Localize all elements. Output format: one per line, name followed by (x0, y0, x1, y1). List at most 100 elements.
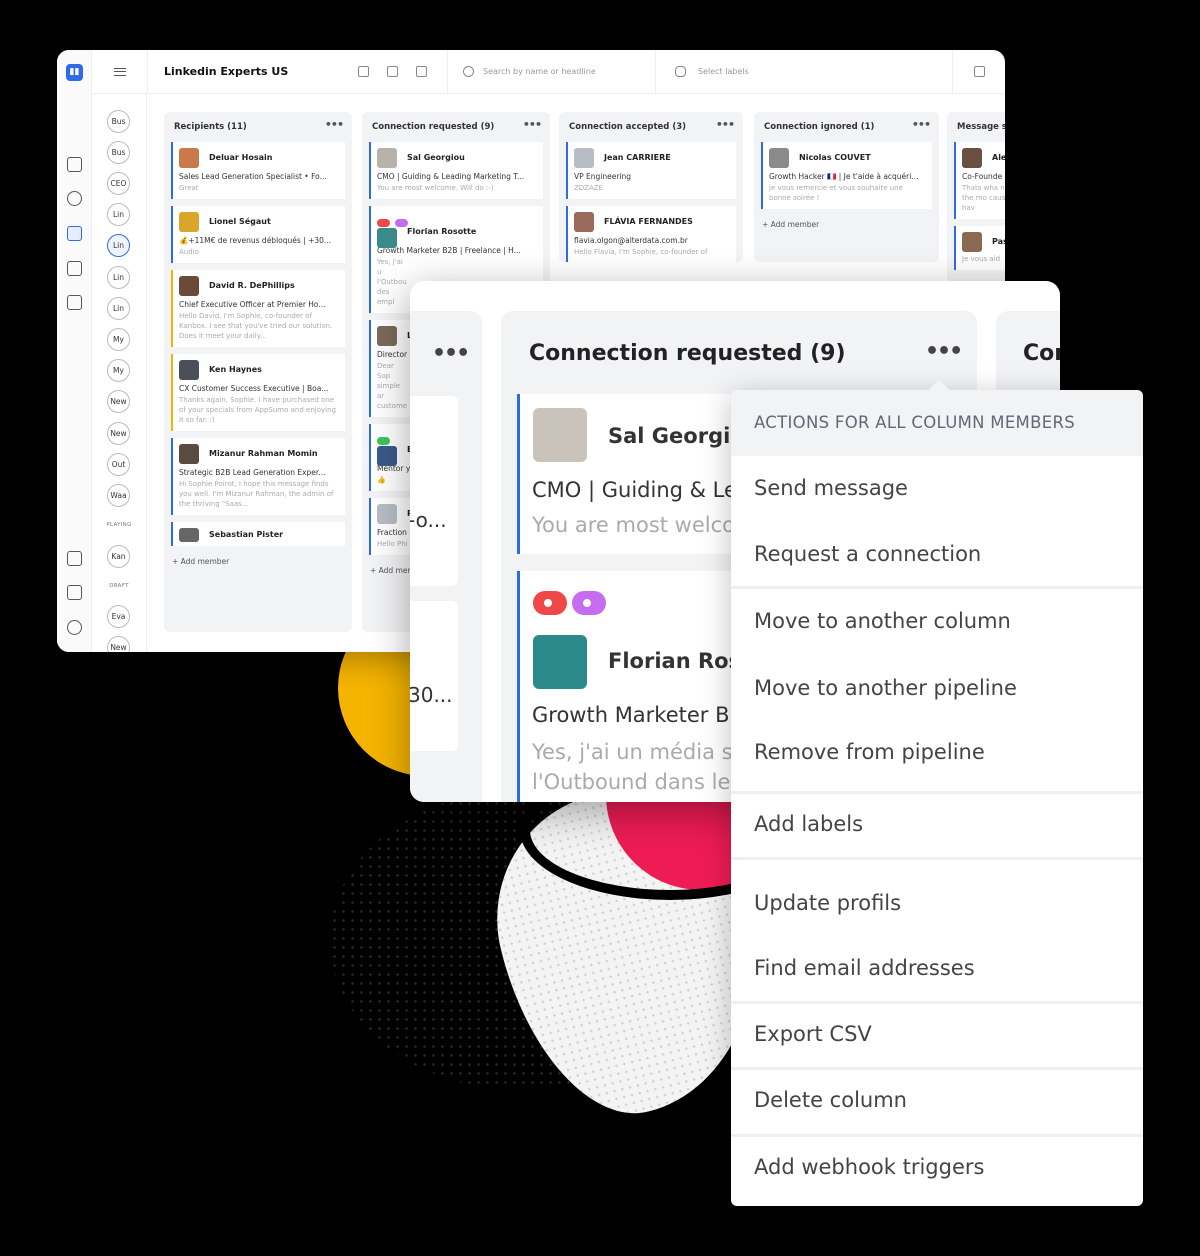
member-last-message: Yes, j'ai u l'Outbou des empl (377, 258, 407, 306)
avatar (179, 276, 199, 296)
pipeline-pill[interactable]: Lin (107, 266, 130, 289)
member-card[interactable]: Sal Georgiou CMO | Guiding & Leading Mar… (369, 142, 543, 199)
member-card[interactable]: Sebastian Pister (171, 522, 345, 546)
member-last-message: Hi Sophie Poirot, I hope this message fi… (179, 480, 334, 508)
pipeline-pill[interactable]: New (107, 390, 130, 413)
column-connection-accepted: Connection accepted (3) ••• Jean CARRIERE… (559, 112, 743, 262)
member-card-partial[interactable]: 30... (410, 601, 458, 751)
avatar (377, 446, 397, 466)
kanbox-logo-icon[interactable]: ▮▮ (66, 64, 83, 81)
trash-icon[interactable] (416, 66, 427, 77)
member-name: Sal Georgio (608, 424, 745, 448)
member-last-message: Thats wha not the mo cause I hav (962, 184, 1005, 212)
member-name: David R. DePhillips (209, 281, 295, 290)
member-headline: Strategic B2B Lead Generation Exper... (179, 468, 326, 477)
menu-item-remove-pipeline[interactable]: Remove from pipeline (754, 740, 985, 764)
column-menu-icon[interactable]: ••• (716, 118, 735, 131)
pipeline-pill[interactable]: Eva (107, 605, 130, 628)
pipeline-pill[interactable]: Lin (107, 203, 130, 226)
column-menu-icon[interactable]: ••• (912, 118, 931, 131)
menu-item-move-column[interactable]: Move to another column (754, 609, 1011, 633)
settings-sliders-icon[interactable] (67, 585, 82, 600)
menu-item-delete-column[interactable]: Delete column (754, 1088, 907, 1112)
member-card[interactable]: Ken Haynes CX Customer Success Executive… (171, 354, 345, 431)
member-name: Florian Ros (608, 649, 742, 673)
pipeline-pill[interactable]: CEO (107, 172, 130, 195)
member-headline: VP Engineering (574, 172, 632, 181)
group-label-draft: DRAFT (109, 583, 129, 589)
member-card[interactable]: FLÁVIA FERNANDES flavia.olgon@alterdata.… (566, 206, 736, 262)
member-headline: 💰+11M€ de revenus débloqués | +30... (179, 236, 332, 245)
pipeline-pill[interactable]: Waa (107, 484, 130, 507)
member-last-message: Dear Sop simple ar custome (377, 362, 408, 410)
member-card[interactable]: Deluar Hosain Sales Lead Generation Spec… (171, 142, 345, 199)
member-name: Mizanur Rahman Momin (209, 449, 318, 458)
duplicate-icon[interactable] (387, 66, 398, 77)
member-card[interactable]: Ale Co-Founde Thats wha not the mo cause… (954, 142, 1005, 219)
messages-icon[interactable] (67, 157, 82, 172)
labels-select[interactable]: Select labels (698, 67, 749, 76)
column-title: Connection accepted (3) (569, 122, 687, 132)
hamburger-menu-icon[interactable] (114, 68, 126, 76)
member-card[interactable]: Pas Je vous aid (954, 226, 1005, 270)
pipeline-pill[interactable]: Lin (107, 297, 130, 320)
card-icon[interactable] (67, 551, 82, 566)
member-card-partial[interactable]: -o... (410, 396, 458, 586)
icon-rail: ▮▮ (57, 50, 92, 652)
column-menu-icon[interactable]: ••• (432, 341, 470, 366)
member-card[interactable]: Mizanur Rahman Momin Strategic B2B Lead … (171, 438, 345, 515)
add-member-button[interactable]: + Add member (754, 216, 939, 233)
member-headline: Chief Executive Officer at Premier Ho... (179, 300, 326, 309)
menu-item-request-connection[interactable]: Request a connection (754, 542, 981, 566)
pipeline-pill-selected[interactable]: Lin (107, 234, 130, 257)
member-card[interactable]: David R. DePhillips Chief Executive Offi… (171, 270, 345, 347)
column-title: Connection requested (9) (372, 122, 495, 132)
member-headline: CMO | Guiding & Leading Marketing T... (377, 172, 525, 181)
add-member-button[interactable]: + Add member (164, 553, 352, 570)
member-card[interactable]: Nicolas COUVET Growth Hacker 🇫🇷 | Je t'a… (761, 142, 932, 209)
column-menu-icon[interactable]: ••• (523, 118, 542, 131)
menu-item-move-pipeline[interactable]: Move to another pipeline (754, 676, 1017, 700)
menu-item-update-profiles[interactable]: Update profils (754, 891, 901, 915)
member-headline: CMO | Guiding & Le (532, 478, 737, 502)
menu-item-export-csv[interactable]: Export CSV (754, 1022, 872, 1046)
pipeline-pill[interactable]: New (107, 636, 130, 652)
menu-item-find-emails[interactable]: Find email addresses (754, 956, 975, 980)
pipeline-icon[interactable] (67, 226, 82, 241)
play-icon[interactable] (67, 261, 82, 276)
menu-item-webhook-triggers[interactable]: Add webhook triggers (754, 1155, 984, 1179)
label-tag-purple[interactable] (572, 591, 606, 615)
pipeline-pill[interactable]: New (107, 422, 130, 445)
label-tag-red[interactable] (533, 591, 567, 615)
avatar (179, 212, 199, 232)
member-last-message: Yes, j'ai un média sp (532, 740, 746, 764)
member-card[interactable]: Jean CARRIERE VP Engineering ZDZAZE (566, 142, 736, 199)
member-name: Nicolas COUVET (799, 153, 871, 162)
pipeline-pill[interactable]: Out (107, 453, 130, 476)
target-icon[interactable] (67, 191, 82, 206)
member-last-message: je vous remercie et vous souhaite une bo… (769, 184, 903, 202)
column-menu-icon-active[interactable]: ••• (925, 339, 963, 364)
member-name: Sal Georgiou (407, 153, 465, 162)
pipeline-pill[interactable]: Bus (107, 141, 130, 164)
pipeline-pill[interactable]: My (107, 328, 130, 351)
column-menu-icon[interactable]: ••• (325, 118, 344, 131)
dark-mode-icon[interactable] (67, 620, 82, 635)
pipeline-title: Linkedin Experts US (164, 65, 289, 78)
pipeline-pill[interactable]: Kan (107, 545, 130, 568)
search-input[interactable]: Search by name or headline (467, 67, 596, 76)
member-headline: Growth Hacker 🇫🇷 | Je t'aide à acquéri..… (769, 172, 919, 181)
member-last-message: Thanks again, Sophie. I have purchased o… (179, 396, 336, 424)
export-icon[interactable] (974, 66, 985, 77)
list-icon[interactable] (67, 295, 82, 310)
edit-icon[interactable] (358, 66, 369, 77)
member-text-partial: 30... (410, 683, 453, 707)
member-headline: Co-Founde (962, 172, 1003, 181)
member-card[interactable]: Lionel Ségaut 💰+11M€ de revenus débloqué… (171, 206, 345, 263)
menu-item-add-labels[interactable]: Add labels (754, 812, 863, 836)
pipeline-pill[interactable]: Bus (107, 110, 130, 133)
column-message-sent: Message s Ale Co-Founde Thats wha not th… (947, 112, 1005, 282)
menu-item-send-message[interactable]: Send message (754, 476, 908, 500)
member-last-message: Je vous aid (962, 255, 1001, 263)
pipeline-pill[interactable]: My (107, 359, 130, 382)
